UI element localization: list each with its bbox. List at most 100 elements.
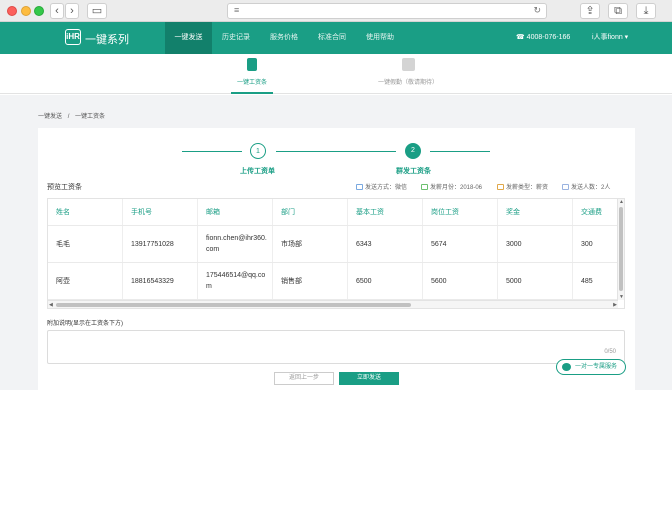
table-cell: 5000 (498, 263, 573, 299)
table-cell: 毛毛 (48, 226, 123, 262)
preview-title: 预览工资条 (47, 184, 82, 191)
column-header: 岗位工资 (423, 199, 498, 225)
column-header: 邮箱 (198, 199, 273, 225)
calendar-icon (401, 58, 415, 71)
table-header-row: 姓名 手机号 邮箱 部门 基本工资 岗位工资 奖金 交通费 (48, 199, 618, 226)
sidebar-icon[interactable]: ▭ (87, 3, 107, 19)
step-2-circle: 2 (405, 143, 421, 159)
breadcrumb: 一键发送 / 一键工资条 (38, 111, 105, 120)
scroll-left-icon[interactable]: ◀ (49, 302, 53, 308)
column-header: 交通费 (573, 199, 618, 225)
vertical-scroll-thumb[interactable] (619, 207, 623, 291)
tab-payslip-label: 一键工资条 (236, 80, 267, 86)
nav-item-contract[interactable]: 标准合同 (308, 22, 356, 54)
meta-send-count: 发送人数：2人 (562, 182, 610, 191)
table-cell: 13917751028 (123, 226, 198, 262)
table-cell: 18816543329 (123, 263, 198, 299)
table-cell: 5674 (423, 226, 498, 262)
note-textarea[interactable]: 0/50 (47, 330, 625, 364)
send-icon (356, 184, 363, 190)
tabs-icon[interactable]: ⧉ (608, 3, 628, 19)
nav-item-history[interactable]: 历史记录 (212, 22, 260, 54)
download-icon[interactable]: ⤓ (636, 3, 656, 19)
step-line-left (182, 151, 242, 152)
tab-attendance[interactable]: 一键假勤（敬请期待） (358, 58, 458, 86)
table-cell: 3000 (498, 226, 573, 262)
note-label: 附加说明(显示在工资条下方) (47, 321, 123, 327)
send-button[interactable]: 立即发送 (339, 372, 399, 385)
tab-payslip[interactable]: 一键工资条 (202, 58, 302, 86)
close-window-icon[interactable] (7, 6, 17, 16)
breadcrumb-current: 一键工资条 (75, 114, 106, 120)
maximize-window-icon[interactable] (34, 6, 44, 16)
address-bar[interactable]: ≡ ↻ (227, 3, 547, 19)
logo-icon: iHR (65, 29, 81, 45)
scroll-down-icon[interactable]: ▼ (619, 294, 624, 300)
chat-icon (562, 363, 571, 371)
table-cell: fionn.chen@ihr360.com (198, 226, 273, 262)
table-cell: 销售部 (273, 263, 348, 299)
table-cell: 485 (573, 263, 618, 299)
wallet-icon (497, 184, 504, 190)
meta-send-count-text: 发送人数：2人 (571, 185, 611, 191)
chevron-down-icon: ▾ (622, 34, 629, 41)
page-icon: ≡ (234, 5, 240, 15)
tab-attendance-label: 一键假勤（敬请期待） (377, 80, 438, 86)
payslip-icon (247, 58, 257, 71)
browser-toolbar: ‹ › ▭ ≡ ↻ ⇪ ⧉ ⤓ (0, 0, 672, 22)
column-header: 姓名 (48, 199, 123, 225)
table-cell: 阿壶 (48, 263, 123, 299)
minimize-window-icon[interactable] (21, 6, 31, 16)
table-cell: 市场部 (273, 226, 348, 262)
step-1-label: 上传工资单 (240, 168, 275, 175)
product-tabs: 一键工资条 一键假勤（敬请期待） (0, 54, 672, 94)
phone-icon: ☎ (516, 34, 527, 41)
top-navbar: iHR 一键系列 一键发送 历史记录 服务价格 标准合同 使用帮助 ☎ 4008… (0, 22, 672, 54)
support-label: 一对一专属服务 (575, 364, 618, 370)
scroll-right-icon[interactable]: ▶ (613, 302, 617, 308)
meta-pay-month: 发薪月份：2018-06 (421, 182, 482, 191)
table-cell: 6343 (348, 226, 423, 262)
scroll-up-icon[interactable]: ▲ (619, 199, 624, 205)
meta-send-method: 发送方式：微信 (356, 182, 407, 191)
reload-icon[interactable]: ↻ (533, 5, 541, 16)
nav-item-help[interactable]: 使用帮助 (356, 22, 404, 54)
step-line-right (430, 151, 490, 152)
table-cell: 175446514@qq.com (198, 263, 273, 299)
horizontal-scrollbar[interactable]: ◀ ▶ (48, 300, 618, 308)
table-row: 毛毛 13917751028 fionn.chen@ihr360.com 市场部… (48, 226, 618, 263)
phone-text: 4008-076-166 (526, 34, 571, 41)
brand-name: 一键系列 (85, 34, 129, 46)
active-tab-indicator (231, 92, 273, 94)
table-cell: 6500 (348, 263, 423, 299)
step-2-label: 群发工资条 (396, 168, 431, 175)
back-button[interactable]: 返回上一步 (274, 372, 334, 385)
step-line-middle (276, 151, 396, 152)
share-icon[interactable]: ⇪ (580, 3, 600, 19)
nav-item-pricing[interactable]: 服务价格 (260, 22, 308, 54)
user-menu[interactable]: i人事fionn ▾ (592, 22, 628, 54)
table-row: 阿壶 18816543329 175446514@qq.com 销售部 6500… (48, 263, 618, 300)
people-icon (562, 184, 569, 190)
breadcrumb-item[interactable]: 一键发送 (38, 114, 62, 120)
table-cell: 5600 (423, 263, 498, 299)
step-1-circle: 1 (250, 143, 266, 159)
breadcrumb-separator: / (67, 114, 70, 120)
nav-item-send[interactable]: 一键发送 (165, 22, 212, 54)
calendar-icon (421, 184, 428, 190)
horizontal-scroll-thumb[interactable] (56, 303, 411, 307)
column-header: 手机号 (123, 199, 198, 225)
user-name: i人事fionn (592, 34, 623, 41)
meta-send-method-text: 发送方式：微信 (365, 185, 408, 191)
forward-icon[interactable]: › (65, 3, 79, 19)
back-icon[interactable]: ‹ (50, 3, 64, 19)
table-cell: 300 (573, 226, 618, 262)
meta-pay-month-text: 发薪月份：2018-06 (430, 185, 483, 191)
char-counter: 0/50 (604, 349, 616, 355)
payslip-table[interactable]: 姓名 手机号 邮箱 部门 基本工资 岗位工资 奖金 交通费 毛毛 1391775… (47, 198, 625, 309)
meta-pay-type: 发薪类型：薪资 (497, 182, 548, 191)
column-header: 基本工资 (348, 199, 423, 225)
phone-number: ☎ 4008-076-166 (516, 22, 570, 54)
support-button[interactable]: 一对一专属服务 (556, 359, 626, 375)
vertical-scrollbar[interactable]: ▲ ▼ (617, 199, 624, 300)
